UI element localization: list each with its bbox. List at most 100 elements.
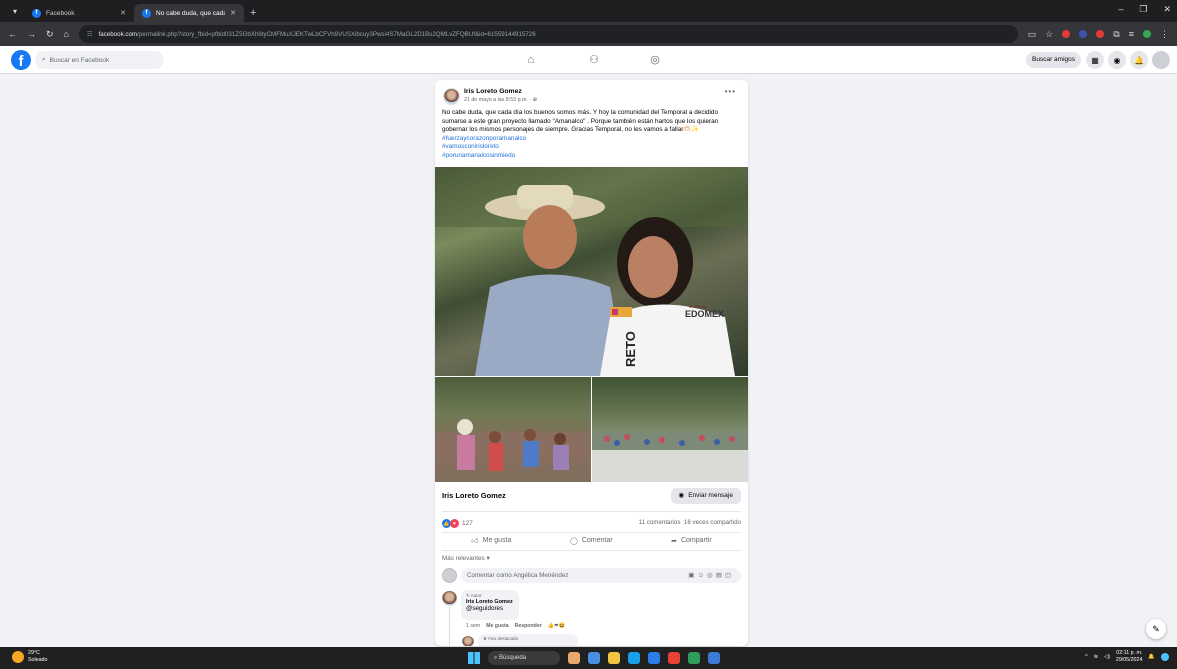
post-photo-main[interactable]: EDOMEX MORENA RETO [435, 167, 748, 376]
forward-icon[interactable]: → [27, 29, 36, 39]
find-friends-button[interactable]: Buscar amigos [1026, 52, 1081, 68]
photo-illustration: EDOMEX MORENA RETO [435, 167, 748, 376]
home-icon[interactable]: ⌂ [64, 29, 69, 39]
notifications-bell-icon[interactable]: 🔔 [1130, 51, 1148, 69]
hashtag-link[interactable]: #vamosconirisloreto [442, 143, 742, 152]
groups-nav-icon[interactable]: ◎ [648, 53, 662, 67]
post-photo-crowd-1[interactable] [435, 377, 591, 482]
sun-icon [12, 650, 24, 663]
author-avatar[interactable] [443, 88, 460, 105]
messenger-icon[interactable]: ◉ [1108, 51, 1126, 69]
browser-tab-facebook[interactable]: f Facebook ✕ [24, 4, 134, 22]
task-view-icon[interactable] [588, 652, 600, 664]
back-icon[interactable]: ← [8, 29, 17, 39]
comment-reactions-icon[interactable]: 👍❤😆 [548, 623, 565, 629]
facebook-favicon-icon: f [32, 8, 41, 18]
clock-date: 29/05/2024 [1115, 656, 1143, 663]
store-icon[interactable] [648, 652, 660, 664]
messenger-icon: ◉ [678, 492, 685, 499]
comment-button[interactable]: ◯ Comentar [570, 536, 613, 545]
vest-subtext: MORENA [689, 304, 707, 309]
hashtag-link[interactable]: #fuerzaycorazonporamanalco [442, 135, 742, 144]
profile-icon[interactable] [1143, 30, 1151, 38]
tray-chevron-icon[interactable]: ^ [1085, 654, 1088, 660]
clock-time: 02:11 p. m. [1116, 650, 1143, 656]
weather-condition: Soleado [28, 656, 48, 663]
post-date[interactable]: 21 de mayo a las 8:53 p.m. · ⊕ [464, 97, 537, 103]
close-tab-icon[interactable]: ✕ [230, 9, 236, 17]
app-icon[interactable] [688, 652, 700, 664]
comment-tools-icons[interactable]: ▣☺◎▤◫ [688, 568, 734, 583]
extension-icon[interactable] [1062, 30, 1071, 38]
more-options-icon[interactable]: ••• [725, 87, 736, 96]
extensions-puzzle-icon[interactable]: ⧉ [1113, 29, 1119, 40]
edge-icon[interactable] [628, 652, 640, 664]
chrome-icon[interactable] [668, 652, 680, 664]
shares-count[interactable]: 16 veces compartido [684, 519, 741, 526]
facebook-search-input[interactable]: ⌕ Buscar en Facebook [35, 51, 164, 69]
taskbar-apps: ⌕ Búsqueda [468, 651, 720, 665]
extension-icon[interactable] [1079, 30, 1088, 38]
reactions-summary[interactable]: 👍 ♥ 127 [442, 519, 473, 528]
divider [442, 550, 741, 551]
restore-icon[interactable]: ❐ [1139, 4, 1147, 15]
bookmark-star-icon[interactable]: ☆ [1045, 29, 1053, 40]
reload-icon[interactable]: ↻ [46, 29, 54, 40]
volume-icon[interactable]: ◁) [1104, 654, 1110, 660]
new-message-icon[interactable]: ✎ [1146, 619, 1166, 639]
clock[interactable]: 02:11 p. m. 29/05/2024 [1116, 650, 1143, 663]
wifi-icon[interactable]: ≋ [1094, 654, 1098, 660]
post-photo-crowd-2[interactable] [592, 377, 748, 482]
browser-tab-post[interactable]: f No cabe duda, que cada día lo... ✕ [134, 4, 244, 22]
comments-count[interactable]: 11 comentarios [639, 519, 681, 526]
hashtag-link[interactable]: #porunamanalcosinmiedo [442, 152, 742, 161]
copilot-icon[interactable] [1161, 652, 1169, 661]
notification-bell-icon[interactable]: 🔔 [1148, 654, 1155, 660]
weather-widget[interactable]: 29°C Soleado [12, 650, 47, 663]
extension-icon[interactable] [1096, 30, 1105, 38]
tab-title: No cabe duda, que cada día lo... [156, 9, 226, 17]
share-button[interactable]: ➦ Compartir [671, 536, 712, 545]
browser-menu-icon[interactable]: ⋮ [1160, 29, 1169, 40]
url-field[interactable]: ☷ facebook.com/permalink.php?story_fbid=… [78, 25, 1018, 43]
comment-like-button[interactable]: Me gusta [486, 623, 508, 629]
home-nav-icon[interactable]: ⌂ [524, 53, 538, 67]
facebook-navbar: f ⌕ Buscar en Facebook ⌂ ⚇ ◎ Buscar amig… [0, 46, 1177, 74]
facebook-logo-icon[interactable]: f [11, 50, 31, 70]
thumbs-up-icon: 👍︎ [471, 538, 479, 545]
widget-icon[interactable] [568, 652, 580, 664]
friends-nav-icon[interactable]: ⚇ [587, 53, 601, 67]
reply-avatar[interactable] [462, 636, 474, 646]
profile-avatar[interactable] [1152, 51, 1170, 69]
comment-input[interactable]: Comentar como Angélica Menéndez ▣☺◎▤◫ [461, 568, 741, 583]
post-card: Iris Loreto Gomez 21 de mayo a las 8:53 … [435, 80, 748, 646]
file-explorer-icon[interactable] [608, 652, 620, 664]
page-name[interactable]: Iris Loreto Gomez [442, 491, 506, 500]
comment-sort-dropdown[interactable]: Más relevantes ▾ [442, 555, 490, 562]
windows-start-icon[interactable] [468, 652, 480, 664]
new-tab-button[interactable]: + [250, 7, 256, 19]
media-icon[interactable]: ≡ [1129, 29, 1134, 39]
share-label: Compartir [680, 537, 712, 544]
taskbar-search[interactable]: ⌕ Búsqueda [488, 651, 560, 665]
send-message-button[interactable]: ◉ Enviar mensaje [670, 488, 741, 504]
comment-time[interactable]: 1 sem [466, 623, 480, 629]
thread-line [449, 607, 450, 646]
like-button[interactable]: 👍︎ Me gusta [471, 536, 511, 545]
search-icon: ⌕ [42, 56, 46, 63]
window-controls: – ❐ ✕ [1118, 4, 1171, 15]
facebook-favicon-icon: f [142, 8, 151, 18]
post-stats: 11 comentarios 16 veces compartido [639, 519, 741, 526]
menu-grid-icon[interactable]: ▦ [1086, 51, 1104, 69]
site-info-icon[interactable]: ☷ [87, 31, 93, 38]
tab-search-icon[interactable]: ▾ [6, 2, 24, 20]
post-author[interactable]: Iris Loreto Gomez [464, 88, 522, 95]
commenter-avatar[interactable] [442, 591, 457, 606]
minimize-icon[interactable]: – [1118, 4, 1123, 15]
comment-reply-button[interactable]: Responder [515, 623, 542, 629]
reaction-count: 127 [462, 520, 473, 527]
close-tab-icon[interactable]: ✕ [120, 9, 126, 17]
close-window-icon[interactable]: ✕ [1163, 4, 1171, 15]
app-icon[interactable] [708, 652, 720, 664]
cast-icon[interactable]: ▭ [1028, 29, 1037, 40]
